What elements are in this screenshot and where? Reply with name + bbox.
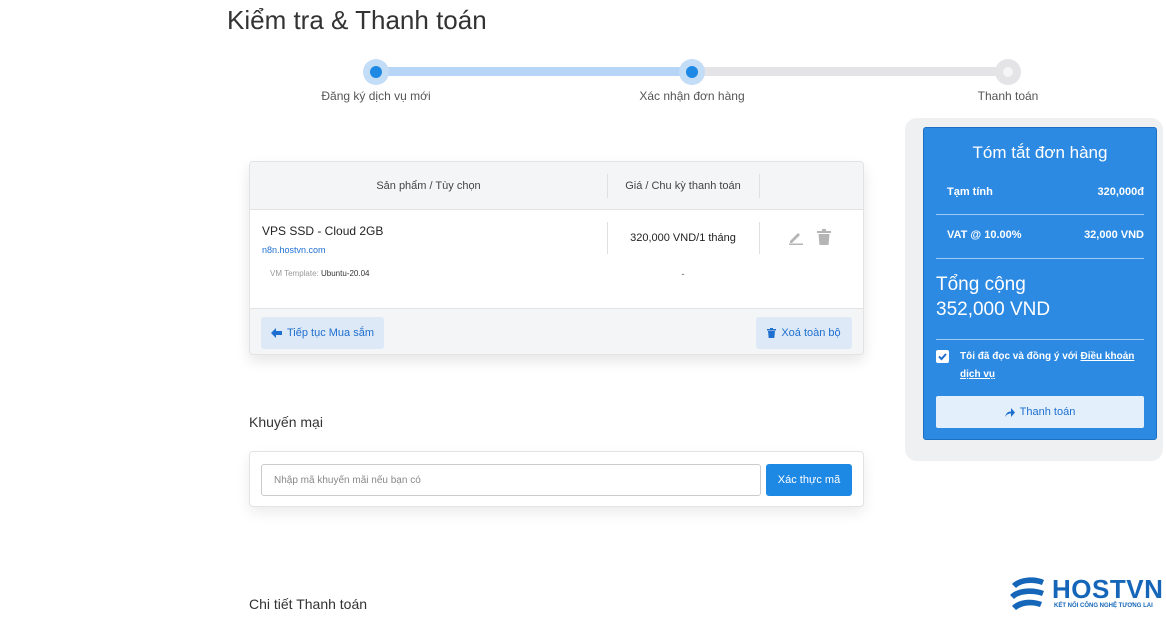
column-header-price: Giá / Chu kỳ thanh toán xyxy=(625,180,741,192)
arrow-right-icon xyxy=(1004,407,1015,417)
vat-row: VAT @ 10.00% 32,000 VND xyxy=(947,229,1144,241)
column-header-product: Sản phẩm / Tùy chọn xyxy=(376,180,481,192)
clear-cart-button[interactable]: Xoá toàn bộ xyxy=(756,317,852,349)
hostvn-logo: HOSTVN KẾT NỐI CÔNG NGHỆ TƯƠNG LAI xyxy=(1008,572,1166,619)
option-value: Ubuntu-20.04 xyxy=(321,269,370,278)
subtotal-row: Tạm tính 320,000đ xyxy=(947,186,1144,198)
continue-shopping-label: Tiếp tục Mua sắm xyxy=(286,327,374,339)
subtotal-value: 320,000đ xyxy=(1097,186,1144,198)
option-price: - xyxy=(681,269,685,279)
logo-wordmark: HOSTVN xyxy=(1052,574,1164,604)
cart-table-footer: Tiếp tục Mua sắm Xoá toàn bộ xyxy=(250,308,863,354)
checkout-page: Kiểm tra & Thanh toán Đăng ký dịch vụ mớ… xyxy=(0,0,1166,619)
logo-mark-icon xyxy=(1010,577,1044,610)
product-name: VPS SSD - Cloud 2GB xyxy=(262,224,384,238)
order-summary-panel: Tóm tắt đơn hàng Tạm tính 320,000đ VAT @… xyxy=(923,127,1157,440)
clear-cart-label: Xoá toàn bộ xyxy=(781,327,841,339)
step-label-register: Đăng ký dịch vụ mới xyxy=(321,89,431,103)
check-icon xyxy=(938,353,947,361)
step-label-payment: Thanh toán xyxy=(977,89,1039,103)
product-option: VM Template: Ubuntu-20.04 xyxy=(270,269,369,278)
summary-divider xyxy=(936,339,1144,340)
product-price: 320,000 VND/1 tháng xyxy=(630,232,736,244)
terms-agreement: Tôi đã đọc và đồng ý với Điều khoản dịch… xyxy=(936,348,1146,384)
subtotal-label: Tạm tính xyxy=(947,186,993,198)
stepper-track-remaining xyxy=(692,67,1008,76)
column-divider xyxy=(759,222,760,254)
checkout-button[interactable]: Thanh toán xyxy=(936,396,1144,428)
validate-promo-button[interactable]: Xác thực mã xyxy=(766,464,852,496)
checkout-stepper: Đăng ký dịch vụ mới Xác nhận đơn hàng Th… xyxy=(0,0,1166,110)
arrow-left-icon xyxy=(270,328,282,338)
cart-table-header: Sản phẩm / Tùy chọn Giá / Chu kỳ thanh t… xyxy=(250,162,863,210)
trash-icon[interactable] xyxy=(817,229,831,250)
continue-shopping-button[interactable]: Tiếp tục Mua sắm xyxy=(261,317,384,349)
total-value: 352,000 VND xyxy=(936,299,1051,320)
step-marker-payment xyxy=(995,59,1021,85)
step-marker-confirm xyxy=(679,59,705,85)
logo-tagline: KẾT NỐI CÔNG NGHỆ TƯƠNG LAI xyxy=(1054,603,1153,609)
vat-label: VAT @ 10.00% xyxy=(947,229,1022,241)
promo-box: Xác thực mã xyxy=(249,451,864,507)
terms-checkbox[interactable] xyxy=(936,350,949,363)
summary-title: Tóm tắt đơn hàng xyxy=(972,143,1108,162)
total-label: Tổng cộng xyxy=(936,274,1026,295)
cart-table: Sản phẩm / Tùy chọn Giá / Chu kỳ thanh t… xyxy=(249,161,864,355)
column-divider xyxy=(759,174,760,198)
promo-code-input[interactable] xyxy=(261,464,761,496)
stepper-track-complete xyxy=(376,67,692,76)
summary-divider xyxy=(936,258,1144,259)
terms-text: Tôi đã đọc và đồng ý với xyxy=(960,351,1081,362)
trash-icon xyxy=(767,328,777,338)
option-label: VM Template: xyxy=(270,269,319,278)
edit-icon[interactable] xyxy=(788,229,804,250)
product-domain: n8n.hostvn.com xyxy=(262,245,326,255)
step-label-confirm: Xác nhận đơn hàng xyxy=(639,89,745,103)
step-marker-register xyxy=(363,59,389,85)
payment-details-title: Chi tiết Thanh toán xyxy=(249,596,368,612)
column-divider xyxy=(607,174,608,198)
vat-value: 32,000 VND xyxy=(1084,229,1144,241)
summary-divider xyxy=(936,214,1144,215)
promo-section-title: Khuyến mại xyxy=(249,414,323,430)
checkout-label: Thanh toán xyxy=(1019,406,1076,418)
